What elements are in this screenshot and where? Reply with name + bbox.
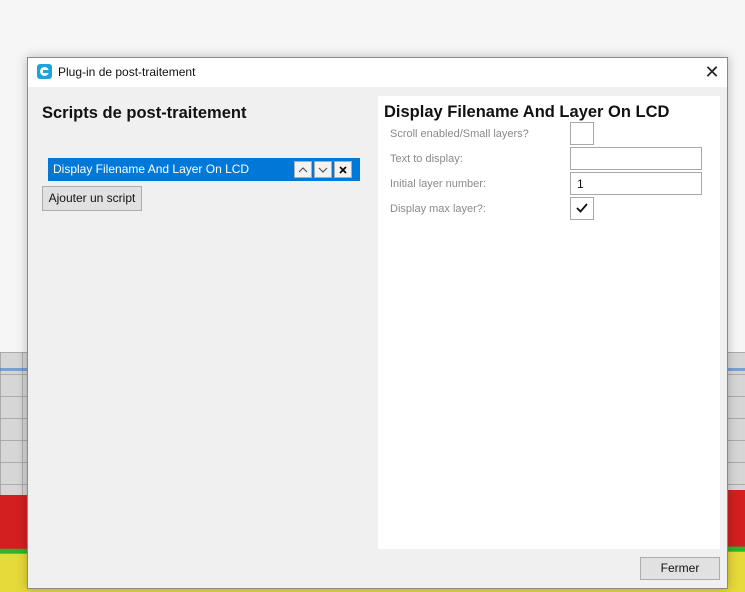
scripts-panel: Scripts de post-traitement Display Filen… <box>28 87 378 557</box>
model-preview-left <box>0 495 30 592</box>
scroll-enabled-label: Scroll enabled/Small layers? <box>390 128 529 140</box>
close-button[interactable]: Fermer <box>640 557 720 580</box>
remove-script-button[interactable] <box>334 161 352 178</box>
close-icon <box>339 166 347 174</box>
text-to-display-label: Text to display: <box>390 153 463 165</box>
dialog-titlebar: Plug-in de post-traitement ✕ <box>28 58 727 87</box>
add-script-button[interactable]: Ajouter un script <box>42 186 142 211</box>
move-down-button[interactable] <box>314 161 332 178</box>
display-max-layer-checkbox[interactable] <box>570 197 594 220</box>
checkmark-icon <box>576 203 588 213</box>
close-icon[interactable]: ✕ <box>698 60 726 84</box>
text-to-display-input[interactable] <box>570 147 702 170</box>
move-up-button[interactable] <box>294 161 312 178</box>
settings-panel: Display Filename And Layer On LCD Scroll… <box>378 96 720 549</box>
script-settings-title: Display Filename And Layer On LCD <box>384 103 670 121</box>
model-preview-right <box>726 490 745 592</box>
chevron-down-icon <box>318 167 328 173</box>
initial-layer-number-input[interactable] <box>570 172 702 195</box>
post-processing-dialog: Plug-in de post-traitement ✕ Scripts de … <box>27 57 728 589</box>
display-max-layer-label: Display max layer?: <box>390 203 486 215</box>
initial-layer-number-label: Initial layer number: <box>390 178 486 190</box>
script-list-item[interactable]: Display Filename And Layer On LCD <box>48 158 360 181</box>
cura-app-icon <box>37 64 52 79</box>
scroll-enabled-checkbox[interactable] <box>570 122 594 145</box>
script-item-label: Display Filename And Layer On LCD <box>53 162 250 176</box>
script-list: Display Filename And Layer On LCD <box>48 158 360 181</box>
chevron-up-icon <box>298 167 308 173</box>
dialog-title: Plug-in de post-traitement <box>58 65 196 79</box>
scripts-section-title: Scripts de post-traitement <box>42 104 247 122</box>
